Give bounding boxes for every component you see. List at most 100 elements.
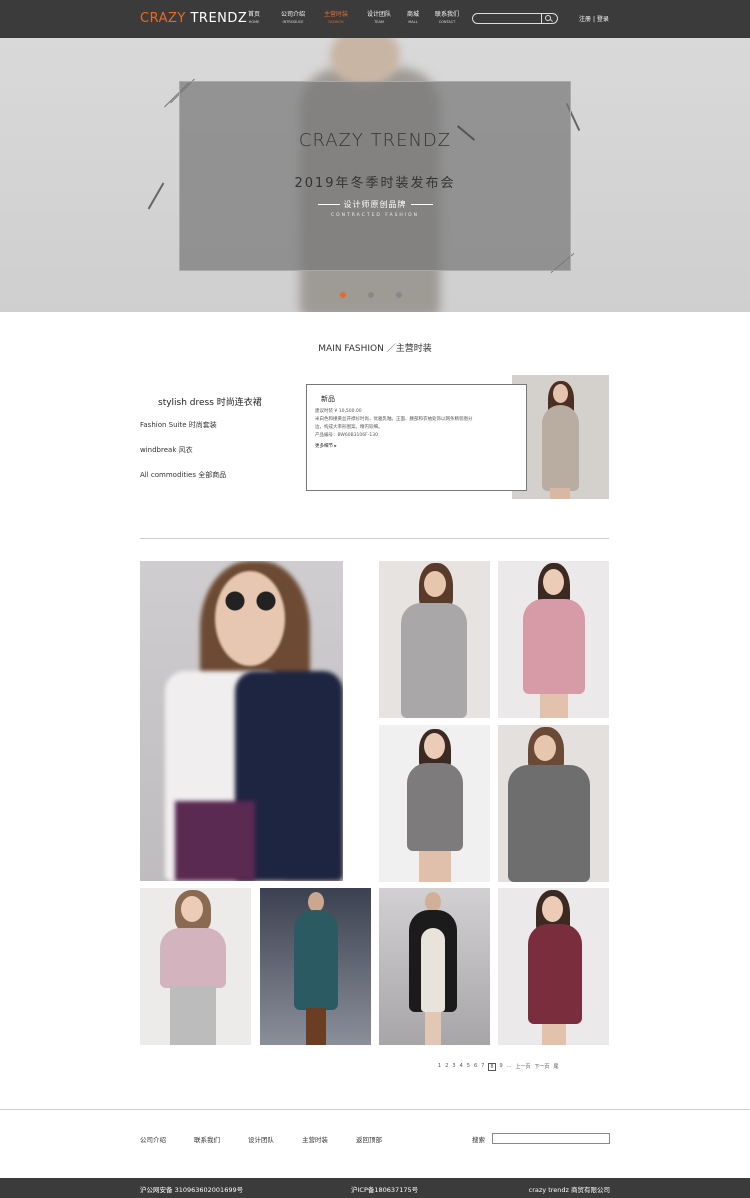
footer-search-input[interactable] bbox=[492, 1133, 610, 1144]
carousel-dots bbox=[340, 292, 424, 298]
model-head bbox=[542, 896, 563, 922]
patterned-skirt bbox=[175, 801, 255, 881]
footer-link-contact[interactable]: 联系我们 bbox=[194, 1134, 220, 1144]
auth-links: 注册 | 登录 bbox=[579, 14, 609, 23]
carousel-dot-1[interactable] bbox=[340, 292, 346, 298]
product-photo[interactable] bbox=[379, 725, 490, 882]
product-code: 产品编号：BW60B3106F-130 bbox=[315, 433, 378, 438]
logo[interactable]: CRAZY TRENDZ bbox=[140, 11, 247, 26]
next-page[interactable]: 下一页 bbox=[534, 1063, 549, 1071]
hero-banner: CRAZY TRENDZ 2019年冬季时装发布会 设计师原创品牌 CONTRA… bbox=[0, 38, 750, 312]
nav-label-en: TEAM bbox=[374, 20, 384, 24]
nav-label-en: HOME bbox=[248, 20, 260, 24]
footer-divider bbox=[0, 1109, 750, 1110]
nav-item-mall[interactable]: 商城 MALL bbox=[406, 11, 420, 25]
product-photo[interactable] bbox=[379, 561, 490, 718]
login-link[interactable]: 登录 bbox=[597, 16, 609, 23]
product-photo-large[interactable] bbox=[140, 561, 343, 881]
product-photo[interactable] bbox=[498, 561, 609, 718]
product-photo[interactable] bbox=[140, 888, 251, 1045]
model-legs bbox=[419, 851, 451, 882]
nav-label-cn: 首页 bbox=[247, 11, 260, 18]
model-head bbox=[534, 735, 556, 761]
page-3[interactable]: 3 bbox=[452, 1063, 455, 1071]
footer-link-fashion[interactable]: 主营时装 bbox=[302, 1134, 328, 1144]
nav-label-en: MALL bbox=[408, 20, 418, 24]
icp-record-2: 沪ICP备180637175号 bbox=[351, 1186, 419, 1194]
hero-text-panel: CRAZY TRENDZ 2019年冬季时装发布会 设计师原创品牌 CONTRA… bbox=[179, 81, 571, 271]
teal-coat bbox=[294, 910, 338, 1010]
page-7[interactable]: 7 bbox=[481, 1063, 484, 1071]
footer-nav: 公司介绍 联系我们 设计团队 主营时装 返回顶部 bbox=[140, 1134, 410, 1144]
page-9[interactable]: 9 bbox=[500, 1063, 503, 1071]
nav-item-contact[interactable]: 联系我们 CONTACT bbox=[434, 11, 460, 25]
prev-page[interactable]: 上一页 bbox=[515, 1063, 530, 1071]
hero-subtitle: 2019年冬季时装发布会 bbox=[294, 176, 456, 191]
white-dress bbox=[421, 928, 445, 1012]
last-page[interactable]: 尾 bbox=[554, 1063, 559, 1071]
register-link[interactable]: 注册 bbox=[579, 16, 591, 23]
pink-sweater bbox=[160, 928, 226, 988]
nav-label-en: FASHION bbox=[328, 20, 344, 24]
model-head bbox=[543, 569, 564, 595]
footer-link-introduce[interactable]: 公司介绍 bbox=[140, 1134, 166, 1144]
product-photo[interactable] bbox=[260, 888, 371, 1045]
product-price: 建议时装 ¥ 10,500.00 bbox=[315, 409, 362, 414]
wine-dress bbox=[528, 924, 582, 1024]
hero-title: CRAZY TRENDZ bbox=[298, 130, 452, 151]
footer-link-top[interactable]: 返回顶部 bbox=[356, 1134, 382, 1144]
model-head bbox=[425, 892, 441, 912]
page: CRAZY TRENDZ 首页 HOME 公司介绍 INTRODUCE 主营时装 FA… bbox=[0, 0, 750, 1198]
top-navbar: CRAZY TRENDZ 首页 HOME 公司介绍 INTRODUCE 主营时装 FA… bbox=[0, 0, 750, 38]
divider bbox=[140, 538, 609, 539]
model-dress bbox=[542, 405, 579, 491]
category-fashion-suite[interactable]: Fashion Suite 时尚套装 bbox=[140, 420, 290, 430]
nav-label-cn: 联系我们 bbox=[434, 11, 459, 18]
footer-search-label: 搜索 bbox=[472, 1136, 485, 1144]
product-desc: 边，构成大率形图案。精内较细。 bbox=[315, 425, 383, 430]
boots bbox=[306, 1008, 326, 1045]
nav-label-cn: 设计团队 bbox=[366, 11, 391, 18]
model-head bbox=[424, 571, 446, 597]
product-desc: 米白色和撞黄丝开襟衫时尚，优雅乳釉。正面、腰部和衣袖处饰以网条精装图分 bbox=[315, 417, 473, 422]
logo-trendz: TRENDZ bbox=[190, 11, 248, 26]
product-photo[interactable] bbox=[498, 888, 609, 1045]
nav-label-cn: 商城 bbox=[406, 11, 419, 18]
header-search-input[interactable] bbox=[472, 13, 558, 24]
page-1[interactable]: 1 bbox=[438, 1063, 441, 1071]
grey-coat bbox=[508, 765, 590, 882]
category-windbreak[interactable]: windbreak 风衣 bbox=[140, 445, 290, 455]
category-stylish-dress[interactable]: stylish dress 时尚连衣裙 bbox=[158, 395, 290, 408]
search-icon[interactable] bbox=[541, 14, 553, 23]
logo-crazy: CRAZY bbox=[140, 11, 186, 26]
product-photo[interactable] bbox=[379, 888, 490, 1045]
nav-label-en: INTRODUCE bbox=[282, 20, 304, 24]
product-title: 新品 bbox=[321, 395, 335, 403]
page-2[interactable]: 2 bbox=[445, 1063, 448, 1071]
product-photo[interactable] bbox=[498, 725, 609, 882]
carousel-dot-2[interactable] bbox=[368, 292, 374, 298]
auth-divider: | bbox=[592, 16, 595, 23]
page-ellipsis: ... bbox=[506, 1063, 512, 1069]
page-8[interactable]: 8 bbox=[488, 1063, 496, 1071]
model-head bbox=[553, 384, 568, 403]
nav-item-home[interactable]: 首页 HOME bbox=[245, 11, 263, 25]
company-name: crazy trendz 商贸有限公司 bbox=[528, 1186, 610, 1194]
model-head bbox=[308, 892, 324, 912]
page-5[interactable]: 5 bbox=[467, 1063, 470, 1071]
pink-dress bbox=[523, 599, 585, 694]
grey-pinafore bbox=[407, 763, 463, 851]
page-6[interactable]: 6 bbox=[474, 1063, 477, 1071]
more-details-link[interactable]: 更多细节 ▸ bbox=[315, 442, 518, 451]
nav-item-fashion[interactable]: 主营时装 FASHION bbox=[323, 11, 349, 25]
category-all[interactable]: All commodities 全部商品 bbox=[140, 470, 290, 480]
nav-item-introduce[interactable]: 公司介绍 INTRODUCE bbox=[280, 11, 306, 25]
footer-bar: 沪公网安备 310963602001699号 沪ICP备180637175号 c… bbox=[0, 1178, 750, 1198]
hero-tagline: 设计师原创品牌 bbox=[180, 199, 570, 210]
pagination: 1 2 3 4 5 6 7 8 9 ... 上一页 下一页 尾 bbox=[438, 1063, 563, 1071]
nav-item-team[interactable]: 设计团队 TEAM bbox=[366, 11, 392, 25]
footer-link-team[interactable]: 设计团队 bbox=[248, 1134, 274, 1144]
nav-label-cn: 主营时装 bbox=[323, 11, 348, 18]
carousel-dot-3[interactable] bbox=[396, 292, 402, 298]
page-4[interactable]: 4 bbox=[460, 1063, 463, 1071]
